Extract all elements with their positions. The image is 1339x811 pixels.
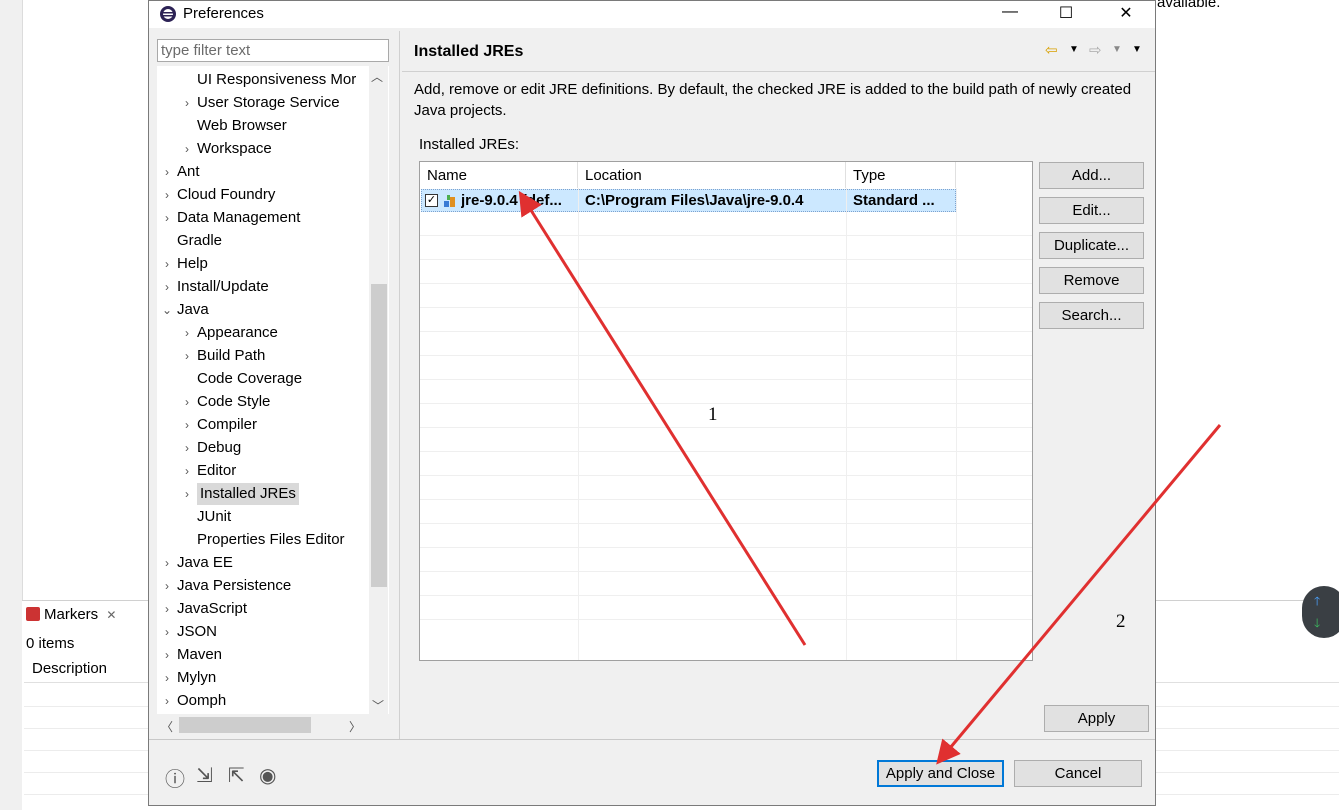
annotation-arrow-2 (936, 424, 1222, 765)
annotation-arrow-1 (518, 190, 807, 646)
annotation-overlay: 1 2 (518, 190, 1222, 765)
annotation-label-2: 2 (1116, 611, 1126, 632)
annotation-label-1: 1 (708, 404, 718, 425)
